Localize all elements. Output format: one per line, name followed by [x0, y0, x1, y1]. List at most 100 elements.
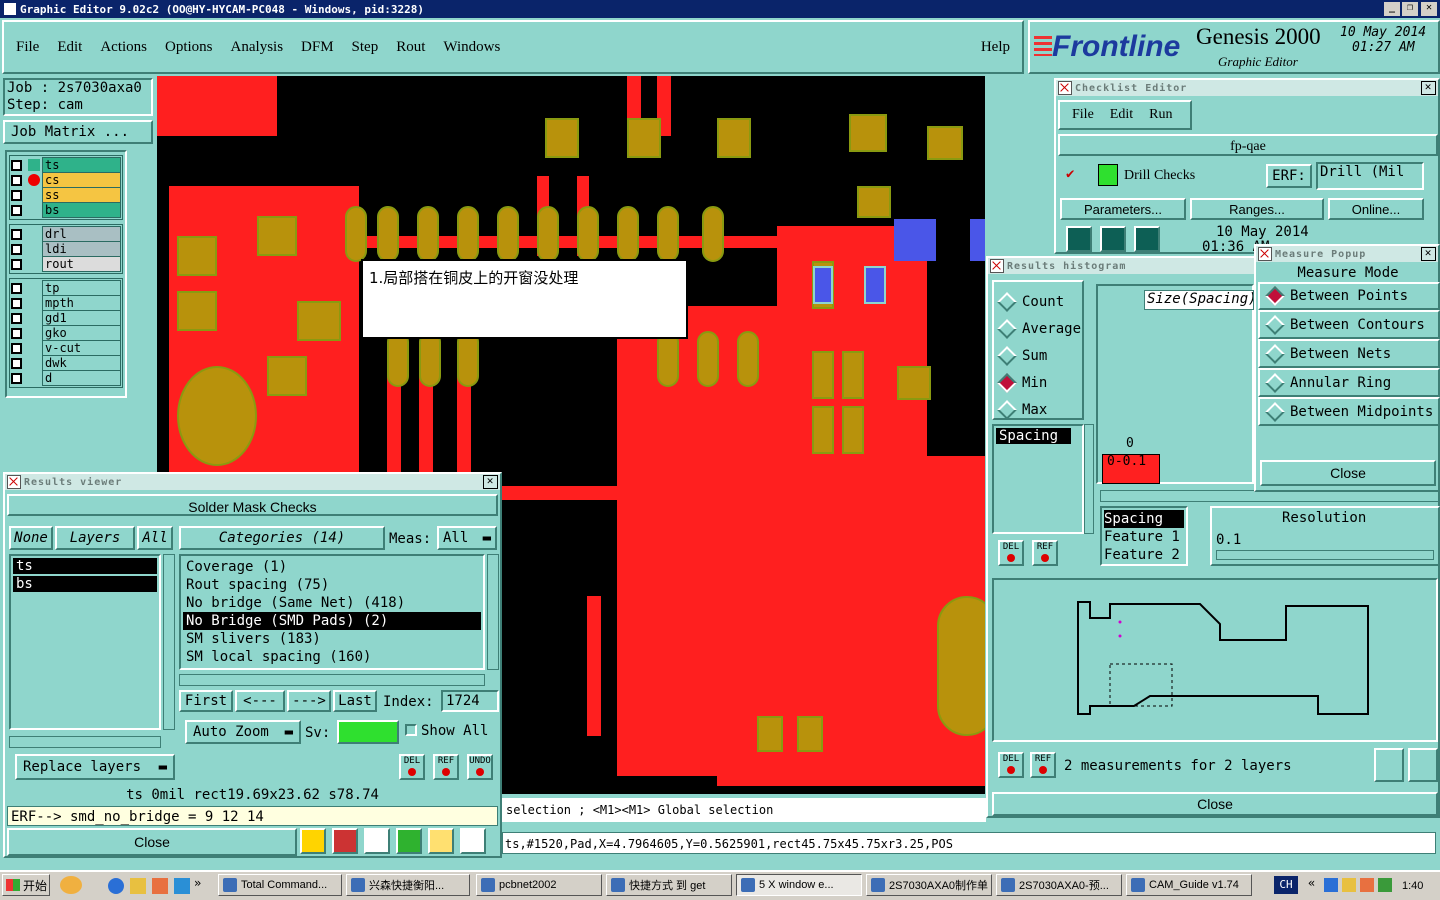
measure-ref-button[interactable]: REF	[1030, 752, 1056, 778]
maximize-button[interactable]: ❐	[1402, 2, 1418, 16]
close-icon[interactable]: ✕	[483, 475, 498, 489]
layer-row-tp[interactable]: tp	[11, 280, 121, 296]
field-feature-1[interactable]: Feature 1	[1104, 528, 1184, 546]
menu-analysis[interactable]: Analysis	[231, 39, 284, 56]
layer-checkbox[interactable]	[11, 282, 22, 294]
measure-close-button[interactable]: Close	[1260, 460, 1436, 486]
layer-row-ts[interactable]: ts	[11, 157, 121, 173]
close-icon[interactable]: ✕	[1421, 247, 1436, 261]
layer-list-scrollbar[interactable]	[163, 554, 175, 730]
mode-between-contours[interactable]: Between Contours	[1258, 310, 1440, 339]
layer-checkbox[interactable]	[11, 204, 22, 216]
del-button[interactable]: DEL	[998, 540, 1024, 566]
taskbar-item[interactable]: 2S7030AXA0制作单	[866, 874, 992, 896]
layer-checkbox[interactable]	[11, 174, 22, 186]
category-hscrollbar[interactable]	[179, 674, 485, 686]
layer-checkbox[interactable]	[11, 372, 22, 384]
last-button[interactable]: Last	[333, 690, 377, 712]
layer-row-mpth[interactable]: mpth	[11, 295, 121, 311]
mode-count[interactable]: Count	[994, 288, 1082, 315]
step-icon[interactable]	[396, 828, 422, 854]
layer-checkbox[interactable]	[11, 258, 22, 270]
chart-icon[interactable]	[460, 828, 486, 854]
mode-max[interactable]: Max	[994, 396, 1082, 423]
layer-row-ss[interactable]: ss	[11, 187, 121, 203]
taskbar-item[interactable]: 5 X window e...	[736, 874, 862, 896]
layer-list-hscrollbar[interactable]	[9, 736, 161, 748]
taskbar-item[interactable]: 快捷方式 到 get	[606, 874, 732, 896]
first-button[interactable]: First	[179, 690, 233, 712]
layer-icon[interactable]	[332, 828, 358, 854]
category-item[interactable]: SM slivers (183)	[183, 630, 481, 648]
meas-dropdown[interactable]: All ▬	[437, 526, 497, 550]
ref-button[interactable]: REF	[1030, 752, 1056, 778]
menu-dfm[interactable]: DFM	[301, 39, 334, 56]
mode-between-midpoints[interactable]: Between Midpoints	[1258, 397, 1440, 426]
histogram-vscroll[interactable]	[1084, 424, 1094, 534]
layer-checkbox[interactable]	[11, 312, 22, 324]
sv-color-dropdown[interactable]	[337, 720, 399, 744]
notes-icon[interactable]	[428, 828, 454, 854]
tray-icon[interactable]	[1360, 878, 1374, 892]
layer-row-d[interactable]: d	[11, 370, 121, 386]
layer-row-v-cut[interactable]: v-cut	[11, 340, 121, 356]
delete-icon[interactable]	[364, 828, 390, 854]
layer-checkbox[interactable]	[11, 243, 22, 255]
menu-windows[interactable]: Windows	[443, 39, 500, 56]
tray-chevron-icon[interactable]: «	[1308, 876, 1315, 890]
online-button[interactable]: Online...	[1328, 198, 1424, 220]
app-quick-icon[interactable]	[152, 878, 168, 894]
layer-row-gd1[interactable]: gd1	[11, 310, 121, 326]
stop-icon[interactable]	[1134, 226, 1160, 252]
taskbar-item[interactable]: 2S7030AXA0-预...	[996, 874, 1122, 896]
next-button[interactable]: --->	[287, 690, 331, 712]
tray-icon[interactable]	[1324, 878, 1338, 892]
category-item[interactable]: No bridge (Same Net) (418)	[183, 594, 481, 612]
menu-step[interactable]: Step	[352, 39, 379, 56]
mode-min[interactable]: Min	[994, 369, 1082, 396]
category-item[interactable]: SM local spacing (160)	[183, 648, 481, 666]
checklist-menu-run[interactable]: Run	[1149, 107, 1172, 123]
del-button[interactable]: DEL	[399, 754, 425, 780]
index-input[interactable]: 1724	[441, 690, 499, 712]
tray-icon[interactable]	[1342, 878, 1356, 892]
histogram-del-button[interactable]: DEL	[998, 540, 1024, 566]
layer-row-rout[interactable]: rout	[11, 256, 121, 272]
ref-button[interactable]: REF	[433, 754, 459, 780]
start-button[interactable]: 开始	[2, 874, 50, 896]
layer-row-cs[interactable]: cs	[11, 172, 121, 188]
menu-edit[interactable]: Edit	[57, 39, 82, 56]
taskbar-item[interactable]: Total Command...	[218, 874, 342, 896]
taskbar-item[interactable]: 兴森快捷衡阳...	[346, 874, 470, 896]
category-scrollbar[interactable]	[487, 554, 499, 670]
show-all-checkbox[interactable]	[405, 724, 417, 736]
mode-average[interactable]: Average	[994, 315, 1082, 342]
layer-checkbox[interactable]	[11, 327, 22, 339]
categories-button[interactable]: Categories (14)	[179, 526, 385, 550]
result-layer-item[interactable]: ts	[13, 558, 157, 574]
layer-checkbox[interactable]	[11, 228, 22, 240]
layer-checkbox[interactable]	[11, 159, 22, 171]
replace-layers-dropdown[interactable]: Replace layers ▬	[15, 754, 175, 780]
none-button[interactable]: None	[9, 526, 53, 550]
layer-checkbox[interactable]	[11, 342, 22, 354]
close-window-button[interactable]: ✕	[1421, 2, 1437, 16]
job-matrix-button[interactable]: Job Matrix ...	[3, 120, 153, 144]
layer-checkbox[interactable]	[11, 357, 22, 369]
histogram-ref-button[interactable]: REF	[1032, 540, 1058, 566]
app-quick-icon[interactable]	[174, 878, 190, 894]
ref-button[interactable]: REF	[1032, 540, 1058, 566]
run-icon[interactable]	[1066, 226, 1092, 252]
taskbar-item[interactable]: pcbnet2002	[476, 874, 602, 896]
checklist-menu-file[interactable]: File	[1072, 107, 1094, 123]
language-indicator[interactable]: CH	[1274, 876, 1298, 894]
menu-file[interactable]: File	[16, 39, 39, 56]
auto-zoom-dropdown[interactable]: Auto Zoom ▬	[185, 720, 301, 744]
ranges-button[interactable]: Ranges...	[1190, 198, 1324, 220]
field-list-item[interactable]: Spacing	[996, 428, 1071, 444]
prev-button[interactable]: <---	[235, 690, 285, 712]
histogram-close-button[interactable]: Close	[992, 792, 1438, 816]
layers-button[interactable]: Layers	[55, 526, 135, 550]
menu-help[interactable]: Help	[981, 39, 1010, 56]
category-item[interactable]: Rout spacing (75)	[183, 576, 481, 594]
